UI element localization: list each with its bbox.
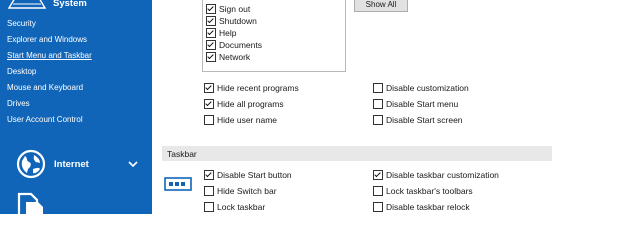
sidebar-item-drives[interactable]: Drives: [7, 99, 30, 108]
sidebar-group-system[interactable]: System: [0, 0, 152, 12]
option-label: Disable taskbar relock: [386, 202, 470, 212]
taskbar-icon: [164, 177, 192, 191]
checkbox[interactable]: [204, 170, 214, 180]
checkbox[interactable]: [373, 83, 383, 93]
document-icon: [17, 192, 43, 214]
start-menu-items-list[interactable]: Sign out Shutdown Help Documents Network: [202, 0, 346, 72]
option-label: Disable Start screen: [386, 115, 463, 125]
checkbox[interactable]: [206, 28, 216, 38]
checkbox[interactable]: [204, 186, 214, 196]
list-item[interactable]: Documents: [206, 40, 262, 50]
option-label: Hide user name: [217, 115, 278, 125]
sidebar-group-next[interactable]: [0, 192, 152, 214]
sidebar-item-mouse-keyboard[interactable]: Mouse and Keyboard: [7, 83, 83, 92]
option-hide-user-name[interactable]: Hide user name: [204, 115, 277, 125]
sidebar-group-internet-label: Internet: [54, 158, 89, 170]
checkbox[interactable]: [373, 170, 383, 180]
option-disable-taskbar-customization[interactable]: Disable taskbar customization: [373, 170, 499, 180]
checkbox[interactable]: [373, 186, 383, 196]
list-item-label: Sign out: [219, 4, 251, 14]
option-label: Hide recent programs: [217, 83, 299, 93]
checkbox[interactable]: [204, 202, 214, 212]
option-label: Hide all programs: [217, 99, 284, 109]
option-label: Lock taskbar's toolbars: [386, 186, 473, 196]
option-label: Disable Start button: [217, 170, 292, 180]
show-all-button[interactable]: Show All: [354, 0, 408, 12]
list-item[interactable]: Network: [206, 52, 250, 62]
option-label: Lock taskbar: [217, 202, 266, 212]
sidebar-group-internet[interactable]: Internet: [0, 146, 152, 182]
option-disable-taskbar-relock[interactable]: Disable taskbar relock: [373, 202, 470, 212]
option-disable-start-screen[interactable]: Disable Start screen: [373, 115, 463, 125]
option-hide-switch-bar[interactable]: Hide Switch bar: [204, 186, 277, 196]
option-label: Disable customization: [386, 83, 469, 93]
list-item-label: Help: [219, 28, 237, 38]
option-hide-recent-programs[interactable]: Hide recent programs: [204, 83, 299, 93]
sidebar-item-start-menu-taskbar[interactable]: Start Menu and Taskbar: [7, 51, 92, 60]
option-disable-start-menu[interactable]: Disable Start menu: [373, 99, 458, 109]
checkbox[interactable]: [204, 99, 214, 109]
option-label: Hide Switch bar: [217, 186, 277, 196]
sidebar-group-system-label: System: [53, 0, 87, 9]
list-item[interactable]: Sign out: [206, 4, 250, 14]
list-item[interactable]: Shutdown: [206, 16, 257, 26]
option-lock-taskbar[interactable]: Lock taskbar: [204, 202, 265, 212]
sidebar-item-uac[interactable]: User Account Control: [7, 115, 83, 124]
chevron-down-icon[interactable]: [128, 160, 138, 168]
option-disable-customization[interactable]: Disable customization: [373, 83, 469, 93]
list-item-label: Network: [219, 52, 251, 62]
checkbox[interactable]: [206, 16, 216, 26]
sidebar-item-security[interactable]: Security: [7, 19, 36, 28]
option-label: Disable Start menu: [386, 99, 459, 109]
sidebar-item-desktop[interactable]: Desktop: [7, 67, 36, 76]
checkbox[interactable]: [373, 202, 383, 212]
system-icon: [7, 0, 47, 9]
section-title: Taskbar: [167, 148, 197, 159]
checkbox[interactable]: [373, 99, 383, 109]
checkbox[interactable]: [206, 4, 216, 14]
option-label: Disable taskbar customization: [386, 170, 499, 180]
list-item[interactable]: Help: [206, 28, 236, 38]
list-item-label: Shutdown: [219, 16, 257, 26]
option-lock-taskbar-toolbars[interactable]: Lock taskbar's toolbars: [373, 186, 473, 196]
option-hide-all-programs[interactable]: Hide all programs: [204, 99, 284, 109]
checkbox[interactable]: [373, 115, 383, 125]
sidebar-item-explorer-windows[interactable]: Explorer and Windows: [7, 35, 87, 44]
checkbox[interactable]: [206, 40, 216, 50]
list-item-label: Documents: [219, 40, 262, 50]
taskbar-section-header: Taskbar: [162, 146, 552, 161]
globe-icon: [16, 149, 46, 179]
sidebar: System Security Explorer and Windows Sta…: [0, 0, 152, 214]
checkbox[interactable]: [204, 115, 214, 125]
checkbox[interactable]: [204, 83, 214, 93]
option-disable-start-button[interactable]: Disable Start button: [204, 170, 292, 180]
checkbox[interactable]: [206, 52, 216, 62]
